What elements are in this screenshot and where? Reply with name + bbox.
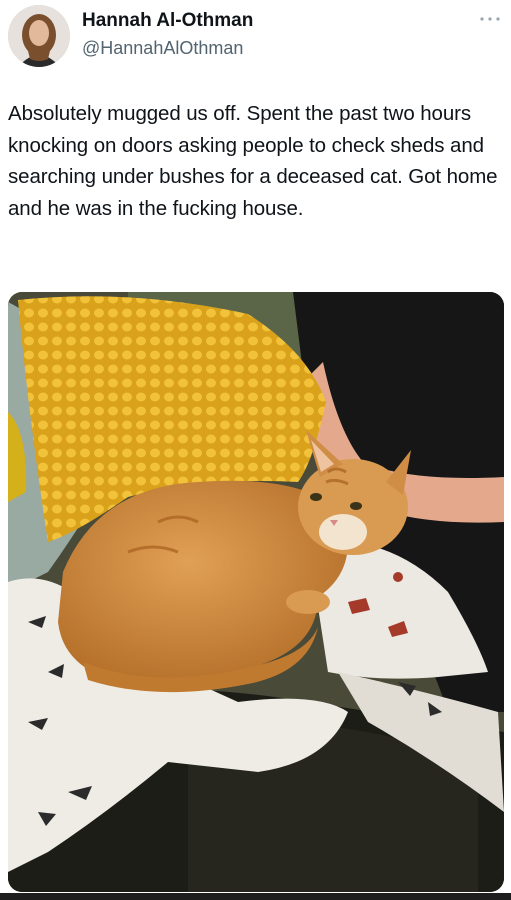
avatar[interactable] [8,5,70,67]
tweet-photo[interactable] [8,292,504,892]
tweet-header: Hannah Al-Othman @HannahAlOthman [0,0,511,80]
author-handle[interactable]: @HannahAlOthman [82,37,243,59]
tweet-card: Hannah Al-Othman @HannahAlOthman Absolut… [0,0,511,900]
bottom-divider [0,893,511,900]
author-display-name[interactable]: Hannah Al-Othman [82,10,253,32]
more-horizontal-icon [480,17,500,21]
tweet-text: Absolutely mugged us off. Spent the past… [8,102,504,220]
photo-orange-cat-on-sofa [8,292,504,892]
more-options-button[interactable] [477,12,503,26]
